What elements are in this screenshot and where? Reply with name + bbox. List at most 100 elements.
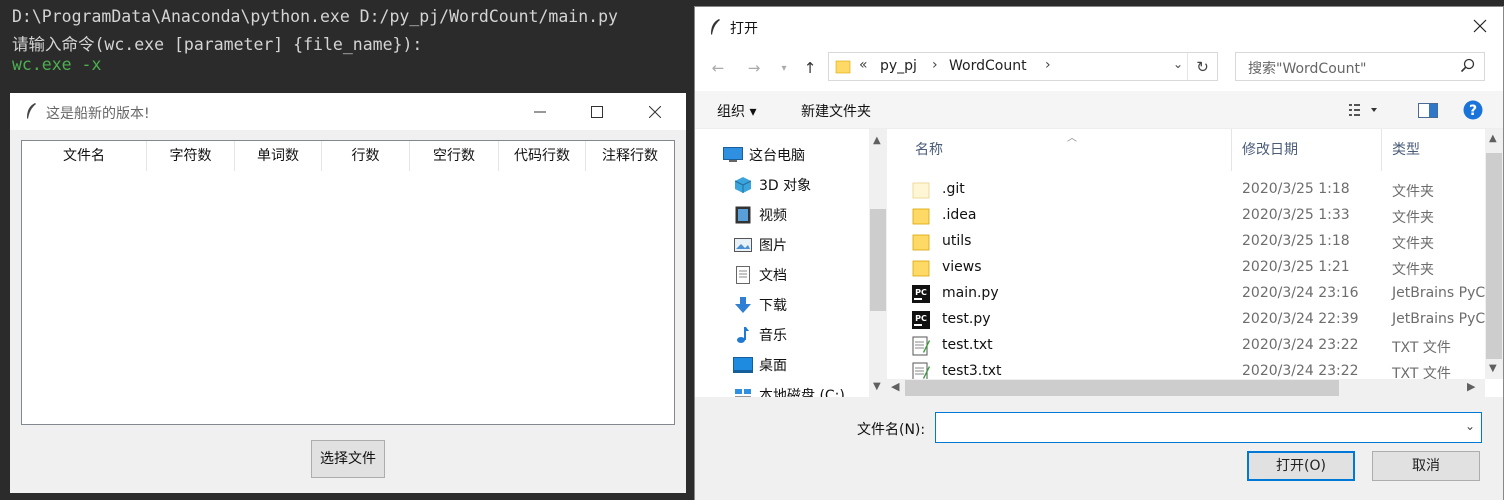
search-icon: [1460, 58, 1475, 73]
column-header-comment-lines[interactable]: 注释行数: [586, 141, 674, 171]
folder-icon: [912, 260, 930, 277]
search-box[interactable]: 搜索"WordCount": [1235, 52, 1485, 81]
nav-item-downloads[interactable]: 下载: [733, 293, 787, 317]
nav-item-3d-objects[interactable]: 3D 对象: [733, 173, 811, 197]
scroll-down-icon[interactable]: ▼: [1489, 363, 1497, 374]
scrollbar-thumb[interactable]: [1486, 153, 1502, 359]
scrollbar-thumb[interactable]: [905, 380, 1339, 396]
column-header-code-lines[interactable]: 代码行数: [499, 141, 586, 171]
file-row[interactable]: .idea 2020/3/25 1:33 文件夹: [887, 203, 1487, 229]
help-icon[interactable]: ?: [1463, 100, 1483, 120]
address-dropdown-icon[interactable]: ⌄: [1173, 57, 1183, 71]
preview-pane-icon[interactable]: [1418, 103, 1438, 118]
file-name: main.py: [942, 285, 999, 301]
column-header-blank-lines[interactable]: 空行数: [410, 141, 499, 171]
file-date: 2020/3/24 23:22: [1242, 337, 1359, 353]
nav-label: 音乐: [759, 328, 787, 344]
nav-item-this-pc[interactable]: 这台电脑: [723, 143, 805, 167]
computer-icon: [723, 146, 743, 164]
breadcrumb-wordcount[interactable]: WordCount: [949, 58, 1027, 74]
new-folder-button[interactable]: 新建文件夹: [801, 101, 871, 121]
nav-label: 本地磁盘 (C:): [759, 388, 845, 397]
nav-item-videos[interactable]: 视频: [733, 203, 787, 227]
column-header-chars[interactable]: 字符数: [147, 141, 235, 171]
column-header-name[interactable]: 名称: [915, 139, 943, 159]
nav-label: 下载: [759, 298, 787, 314]
minimize-icon: [534, 111, 546, 112]
tk-titlebar: 这是船新的版本!: [10, 93, 686, 130]
file-row[interactable]: PC main.py 2020/3/24 23:16 JetBrains PyC: [887, 281, 1487, 307]
feather-icon: [711, 19, 720, 35]
close-icon: [1473, 19, 1487, 33]
breadcrumb-overflow[interactable]: «: [859, 57, 868, 73]
pycharm-file-icon: PC: [912, 311, 930, 329]
file-date: 2020/3/25 1:33: [1242, 207, 1350, 223]
open-file-dialog: 打开 ← → ▾ ↑ « py_pj › WordCount › ⌄ ↻ 搜索"…: [694, 6, 1504, 500]
filename-input[interactable]: ⌄: [935, 412, 1482, 443]
scroll-down-icon[interactable]: ▼: [873, 381, 881, 392]
column-header-lines[interactable]: 行数: [322, 141, 410, 171]
file-row[interactable]: test.txt 2020/3/24 23:22 TXT 文件: [887, 333, 1487, 359]
recent-locations-button[interactable]: ▾: [773, 57, 795, 79]
tk-window-title: 这是船新的版本!: [46, 106, 150, 122]
view-options-icon[interactable]: [1349, 103, 1379, 117]
disk-icon: [733, 386, 753, 397]
nav-label: 这台电脑: [749, 148, 805, 164]
nav-label: 桌面: [759, 358, 787, 374]
forward-arrow-icon: →: [747, 59, 761, 77]
results-table[interactable]: 文件名 字符数 单词数 行数 空行数 代码行数 注释行数: [21, 140, 675, 425]
column-header-filename[interactable]: 文件名: [22, 141, 147, 171]
console-line-prompt: 请输入命令(wc.exe [parameter] {file_name}):: [12, 35, 423, 54]
column-header-date[interactable]: 修改日期: [1242, 139, 1298, 159]
file-row[interactable]: utils 2020/3/25 1:18 文件夹: [887, 229, 1487, 255]
nav-item-local-disk[interactable]: 本地磁盘 (C:): [733, 383, 845, 397]
column-header-type[interactable]: 类型: [1392, 139, 1420, 159]
nav-item-pictures[interactable]: 图片: [733, 233, 787, 257]
file-name: views: [942, 259, 982, 275]
chevron-down-icon[interactable]: ⌄: [1465, 419, 1475, 433]
navigation-pane[interactable]: 这台电脑 3D 对象 视频 图片 文档 下载 音乐 桌面 本地磁盘 (C:) ▲…: [695, 129, 887, 397]
column-divider[interactable]: [1381, 129, 1382, 171]
results-table-header: 文件名 字符数 单词数 行数 空行数 代码行数 注释行数: [22, 141, 674, 171]
minimize-button[interactable]: [517, 93, 563, 130]
file-name: .idea: [942, 207, 977, 223]
music-icon: [733, 326, 753, 344]
nav-item-documents[interactable]: 文档: [733, 263, 787, 287]
cancel-button[interactable]: 取消: [1372, 451, 1480, 481]
scroll-up-icon[interactable]: ▲: [873, 135, 881, 146]
refresh-icon: ↻: [1196, 57, 1209, 76]
forward-button[interactable]: →: [743, 57, 765, 79]
navigation-pane-scrollbar[interactable]: ▲ ▼: [869, 129, 887, 397]
scroll-right-icon[interactable]: ▶: [1467, 380, 1475, 393]
open-button[interactable]: 打开(O): [1247, 451, 1355, 481]
filename-label: 文件名(N):: [857, 422, 926, 438]
scroll-up-icon[interactable]: ▲: [1489, 133, 1497, 144]
file-list-vertical-scrollbar[interactable]: ▲ ▼: [1485, 129, 1503, 379]
dialog-close-button[interactable]: [1457, 7, 1503, 45]
refresh-button[interactable]: ↻: [1187, 53, 1217, 80]
nav-item-music[interactable]: 音乐: [733, 323, 787, 347]
address-bar[interactable]: « py_pj › WordCount › ⌄ ↻: [828, 52, 1218, 81]
nav-item-desktop[interactable]: 桌面: [733, 353, 787, 377]
dialog-titlebar: 打开: [695, 7, 1503, 45]
file-list[interactable]: ︿ 名称 修改日期 类型 .git 2020/3/25 1:18 文件夹 .id…: [887, 129, 1503, 397]
column-divider[interactable]: [1231, 129, 1232, 171]
file-list-horizontal-scrollbar[interactable]: ◀ ▶: [887, 379, 1485, 397]
close-icon: [649, 105, 661, 118]
column-header-words[interactable]: 单词数: [235, 141, 322, 171]
maximize-button[interactable]: [574, 93, 620, 130]
choose-file-button[interactable]: 选择文件: [311, 440, 385, 478]
close-button[interactable]: [632, 93, 678, 130]
file-type: JetBrains PyC: [1392, 285, 1486, 301]
file-row[interactable]: PC test.py 2020/3/24 22:39 JetBrains PyC: [887, 307, 1487, 333]
file-row[interactable]: .git 2020/3/25 1:18 文件夹: [887, 177, 1487, 203]
nav-label: 图片: [759, 238, 787, 254]
breadcrumb-py-pj[interactable]: py_pj: [880, 58, 917, 74]
organize-button[interactable]: 组织 ▾: [717, 101, 756, 121]
scroll-left-icon[interactable]: ◀: [891, 380, 899, 393]
up-button[interactable]: ↑: [799, 57, 821, 79]
file-name: test3.txt: [942, 363, 1002, 379]
back-button[interactable]: ←: [707, 57, 729, 79]
file-row[interactable]: views 2020/3/25 1:21 文件夹: [887, 255, 1487, 281]
scrollbar-thumb[interactable]: [870, 209, 886, 311]
